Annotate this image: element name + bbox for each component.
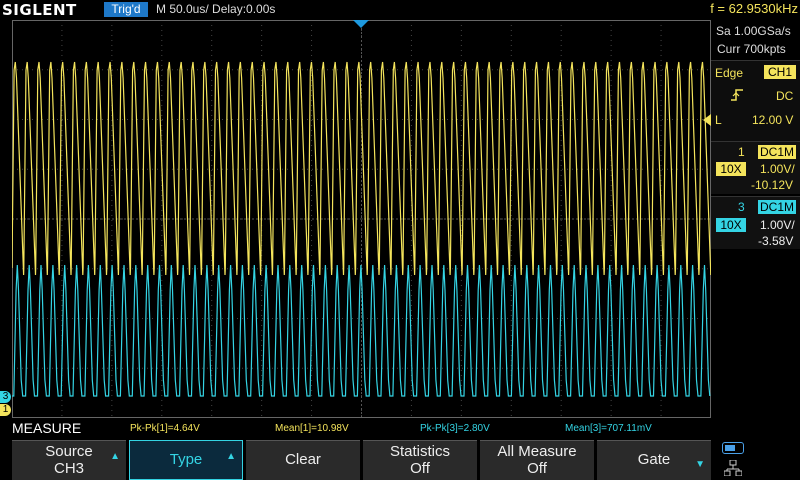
waveform-display[interactable] [12, 20, 711, 418]
menu-title: MEASURE [12, 420, 82, 436]
trigger-status-badge: Trig'd [104, 2, 148, 17]
ch1-ground-marker[interactable]: 1 [0, 404, 11, 416]
ch3-marker-label: 3 [2, 391, 9, 402]
measure-item: Pk-Pk[3]=2.80V [420, 423, 490, 434]
sample-rate: Sa 1.00GSa/s [716, 24, 791, 38]
trigger-coupling: DC [776, 89, 794, 103]
up-arrow-icon: ▲ [110, 451, 120, 462]
trigger-level-label: L [715, 113, 722, 127]
trigger-position-icon [353, 20, 369, 28]
softkey-value: Off [527, 460, 547, 477]
timebase-readout: M 50.0us/ Delay:0.00s [156, 2, 276, 16]
ch3-offset: -3.58V [758, 234, 794, 248]
softkey-label: Source [45, 443, 93, 460]
source-softkey[interactable]: Source CH3 ▲ [12, 440, 126, 480]
ch3-coupling: DC1M [758, 200, 796, 214]
trigger-level: 12.00 V [752, 113, 794, 127]
ch3-scale: 1.00V/ [760, 218, 795, 232]
gate-softkey[interactable]: Gate ▼ [597, 440, 711, 480]
softkey-value: Off [410, 460, 430, 477]
trigger-level-arrow-icon [703, 114, 711, 126]
softkey-value: CH3 [53, 460, 84, 477]
ch3-waveform [12, 264, 711, 397]
measure-bar [0, 418, 800, 438]
measure-item: Mean[3]=707.11mV [565, 423, 652, 434]
trigger-source: CH1 [764, 65, 796, 79]
down-arrow-icon: ▼ [695, 459, 705, 470]
ch1-scale: 1.00V/ [760, 162, 795, 176]
ch3-probe: 10X [716, 218, 746, 232]
measure-item: Pk-Pk[1]=4.64V [130, 423, 200, 434]
rising-edge-icon [730, 88, 744, 105]
trigger-type: Edge [715, 66, 744, 80]
frequency-readout: f = 62.9530kHz [710, 1, 798, 16]
network-icon [724, 460, 742, 476]
softkey-label: Gate [637, 451, 671, 468]
clear-softkey[interactable]: Clear [246, 440, 360, 480]
up-arrow-icon: ▲ [226, 451, 236, 462]
softkey-label: All Measure [497, 443, 577, 460]
usb-icon [722, 442, 744, 454]
statistics-softkey[interactable]: Statistics Off [363, 440, 477, 480]
measure-item: Mean[1]=10.98V [275, 423, 349, 434]
ch1-marker-label: 1 [2, 404, 9, 415]
ch1-coupling: DC1M [758, 145, 796, 159]
ch1-offset: -10.12V [751, 178, 794, 192]
softkey-label: Clear [285, 451, 321, 468]
all-measure-softkey[interactable]: All Measure Off [480, 440, 594, 480]
ch3-ground-marker[interactable]: 3 [0, 391, 11, 403]
memory-depth: Curr 700kpts [717, 42, 786, 56]
softkey-label: Statistics [389, 443, 450, 460]
ch3-number: 3 [738, 200, 745, 214]
ch1-probe: 10X [716, 162, 746, 176]
brand-logo: SIGLENT [2, 1, 77, 19]
ch1-number: 1 [738, 145, 745, 159]
type-softkey[interactable]: Type ▲ [129, 440, 243, 480]
